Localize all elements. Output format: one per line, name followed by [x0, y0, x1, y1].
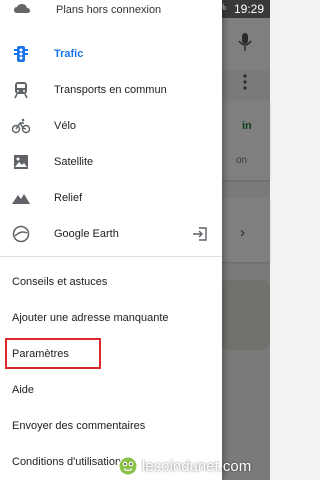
offline-maps-label: Plans hors connexion	[56, 4, 162, 16]
menu-item-trafic[interactable]: Trafic	[0, 36, 222, 72]
watermark-logo-icon	[118, 456, 138, 476]
menu-item-label: Trafic	[54, 48, 84, 60]
link-parametres[interactable]: Paramètres	[0, 336, 222, 372]
menu-item-transports[interactable]: Transports en commun	[0, 72, 222, 108]
menu-item-velo[interactable]: Vélo	[0, 108, 222, 144]
menu-item-satellite[interactable]: Satellite	[0, 144, 222, 180]
link-envoyer-commentaires[interactable]: Envoyer des commentaires	[0, 408, 222, 444]
clock: 19:29	[233, 2, 264, 16]
menu-item-label: Satellite	[54, 156, 94, 168]
terrain-icon	[12, 194, 30, 204]
open-external-icon	[193, 227, 207, 241]
offline-maps-item[interactable]: Plans hors connexion	[0, 0, 222, 22]
menu-item-label: Vélo	[54, 120, 77, 132]
menu-item-label: Relief	[54, 192, 83, 204]
bike-icon	[12, 118, 30, 134]
link-conseils[interactable]: Conseils et astuces	[0, 264, 222, 300]
menu-item-label: Transports en commun	[54, 84, 167, 96]
menu-item-relief[interactable]: Relief	[0, 180, 222, 216]
globe-icon	[12, 225, 30, 243]
navigation-drawer: Plans hors connexion Trafic Transports e…	[0, 0, 222, 480]
train-icon	[14, 82, 28, 99]
section-divider	[0, 256, 222, 257]
link-aide[interactable]: Aide	[0, 372, 222, 408]
menu-item-label: Google Earth	[54, 228, 119, 240]
secondary-links: Conseils et astuces Ajouter une adresse …	[0, 264, 222, 480]
satellite-icon	[14, 155, 28, 169]
link-ajouter-adresse[interactable]: Ajouter une adresse manquante	[0, 300, 222, 336]
menu-item-google-earth[interactable]: Google Earth	[0, 216, 222, 252]
watermark: lecoindunet.com	[118, 455, 251, 477]
watermark-text: lecoindunet.com	[142, 457, 252, 475]
cloud-off-icon	[14, 4, 30, 13]
layers-list: Trafic Transports en commun Vélo Satelli…	[0, 36, 222, 252]
traffic-icon	[14, 46, 28, 62]
